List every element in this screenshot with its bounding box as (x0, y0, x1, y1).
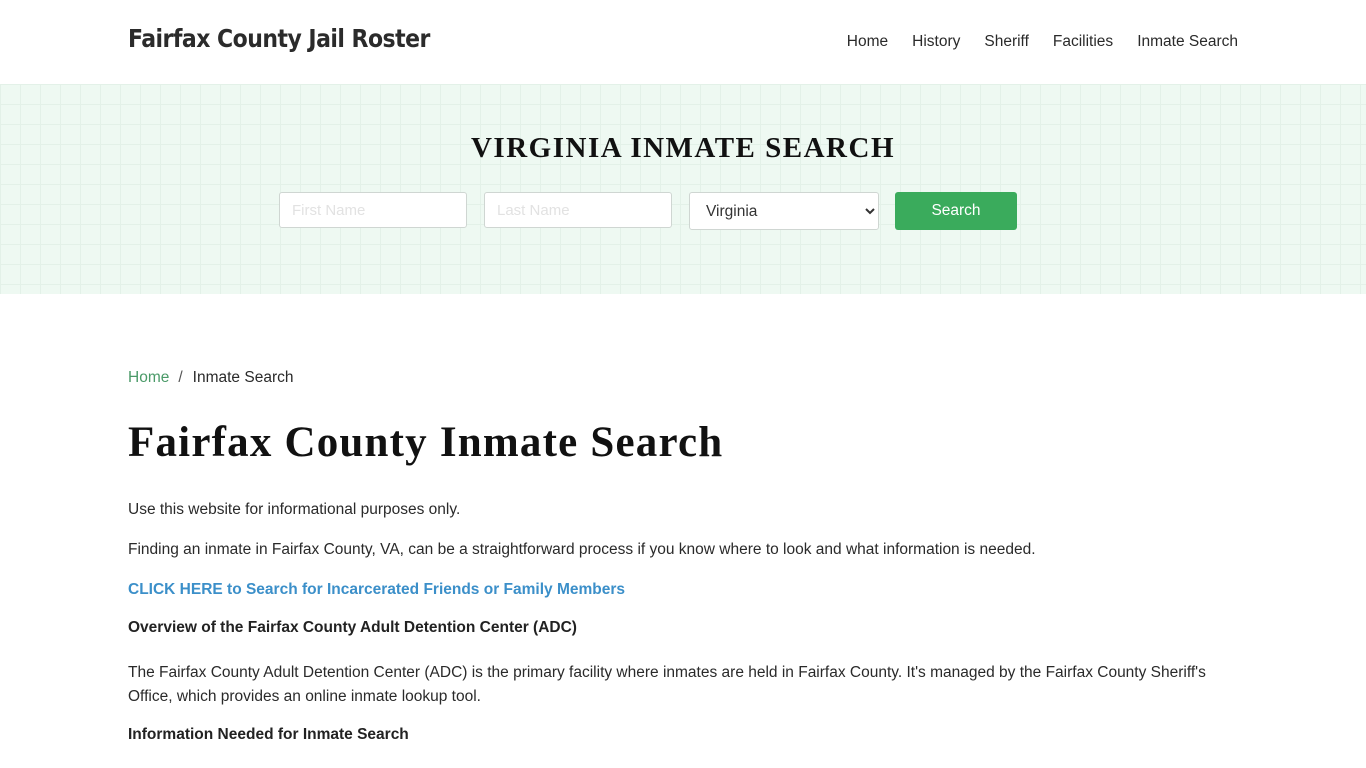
intro-paragraph: Finding an inmate in Fairfax County, VA,… (128, 541, 1036, 558)
section-heading-info-needed: Information Needed for Inmate Search (128, 726, 409, 743)
breadcrumb: Home / Inmate Search (128, 369, 293, 387)
page-title: Fairfax County Inmate Search (128, 419, 724, 466)
overview-paragraph: The Fairfax County Adult Detention Cente… (128, 664, 1206, 705)
nav-sheriff[interactable]: Sheriff (984, 33, 1029, 51)
breadcrumb-separator: / (178, 369, 183, 386)
first-name-input[interactable] (279, 192, 467, 228)
search-form: Virginia Search (279, 192, 1017, 230)
hero-search-banner: VIRGINIA INMATE SEARCH Virginia Search (0, 84, 1366, 294)
last-name-input[interactable] (484, 192, 672, 228)
breadcrumb-home[interactable]: Home (128, 369, 169, 386)
nav-facilities[interactable]: Facilities (1053, 33, 1113, 51)
hero-title: VIRGINIA INMATE SEARCH (470, 132, 896, 164)
main-nav: Home History Sheriff Facilities Inmate S… (823, 33, 1238, 51)
nav-inmate-search[interactable]: Inmate Search (1137, 33, 1238, 51)
nav-history[interactable]: History (912, 33, 960, 51)
site-logo[interactable]: Fairfax County Jail Roster (128, 24, 430, 53)
nav-home[interactable]: Home (847, 33, 888, 51)
search-button[interactable]: Search (895, 192, 1017, 230)
breadcrumb-current: Inmate Search (192, 369, 294, 386)
disclaimer-text: Use this website for informational purpo… (128, 501, 461, 518)
site-header: Fairfax County Jail Roster Home History … (0, 0, 1366, 84)
search-cta-link[interactable]: CLICK HERE to Search for Incarcerated Fr… (128, 581, 625, 598)
section-heading-overview: Overview of the Fairfax County Adult Det… (128, 619, 577, 636)
state-select[interactable]: Virginia (689, 192, 879, 230)
